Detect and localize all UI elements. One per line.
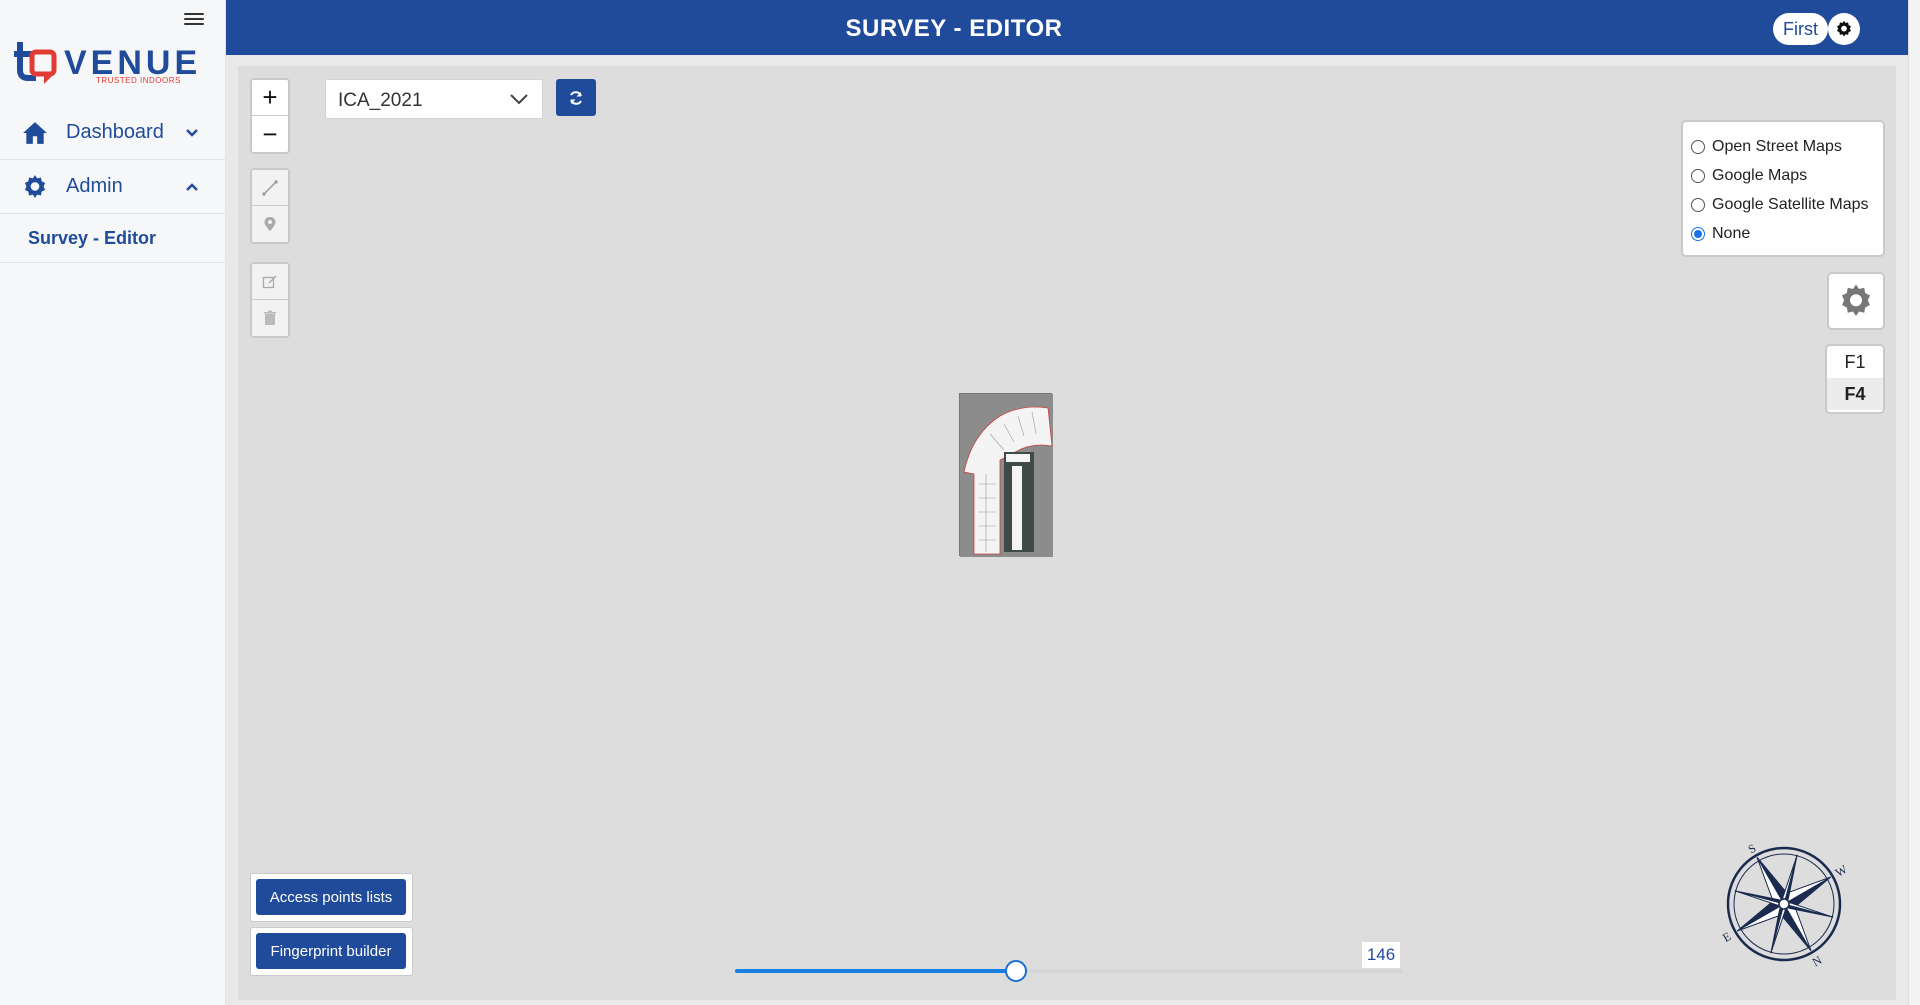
floor-button-f1[interactable]: F1 bbox=[1827, 346, 1883, 378]
menu-toggle-icon[interactable] bbox=[184, 10, 204, 26]
logo-tagline: TRUSTED INDOORS bbox=[96, 76, 181, 85]
chevron-up-icon bbox=[186, 182, 198, 191]
delete-layers-button[interactable] bbox=[252, 300, 288, 336]
floor-plan-overlay[interactable] bbox=[959, 393, 1053, 557]
fingerprint-builder-button[interactable]: Fingerprint builder bbox=[256, 933, 406, 969]
layer-option-label: None bbox=[1712, 224, 1751, 242]
edit-icon bbox=[262, 274, 277, 288]
page-title: SURVEY - EDITOR bbox=[845, 15, 1063, 42]
access-points-button[interactable]: Access points lists bbox=[256, 879, 406, 915]
sidebar-item-admin[interactable]: Admin bbox=[0, 160, 225, 214]
floor-button-f4[interactable]: F4 bbox=[1827, 378, 1883, 410]
chevron-down-icon bbox=[510, 94, 528, 105]
logo-mark-icon bbox=[14, 42, 57, 84]
zoom-out-button[interactable]: − bbox=[252, 116, 288, 152]
sidebar-item-dashboard[interactable]: Dashboard bbox=[0, 106, 225, 160]
layer-option-google-satellite[interactable]: Google Satellite Maps bbox=[1691, 190, 1875, 219]
polyline-icon bbox=[262, 180, 278, 195]
refresh-icon bbox=[570, 90, 582, 105]
venue-select-value: ICA_2021 bbox=[338, 90, 423, 111]
edit-layers-button[interactable] bbox=[252, 264, 288, 300]
slider-thumb[interactable] bbox=[1004, 960, 1027, 982]
layer-option-label: Open Street Maps bbox=[1712, 137, 1842, 155]
sidebar-item-label: Admin bbox=[66, 175, 123, 197]
slider-value: 146 bbox=[1362, 942, 1400, 968]
sidebar-subitem-label: Survey - Editor bbox=[28, 228, 157, 248]
gear-icon bbox=[24, 174, 46, 198]
compass-letter-e: E bbox=[1720, 929, 1733, 945]
layer-radio[interactable] bbox=[1691, 168, 1705, 183]
zoom-control: + − bbox=[250, 78, 290, 154]
compass-rose-icon: S N W E bbox=[1720, 841, 1850, 970]
zoom-in-button[interactable]: + bbox=[252, 80, 288, 116]
layer-option-label: Google Maps bbox=[1712, 166, 1808, 184]
compass-letter-w: W bbox=[1833, 862, 1850, 880]
user-menu-button[interactable]: First bbox=[1773, 13, 1828, 45]
gear-icon bbox=[1842, 284, 1870, 316]
draw-toolbar bbox=[250, 168, 290, 244]
marker-icon bbox=[264, 217, 276, 231]
access-points-panel: Access points lists bbox=[250, 873, 413, 922]
venue-select[interactable]: ICA_2021 bbox=[325, 79, 543, 119]
refresh-button[interactable] bbox=[556, 79, 596, 116]
chevron-down-icon bbox=[186, 128, 198, 137]
trash-icon bbox=[264, 310, 276, 325]
layer-option-osm[interactable]: Open Street Maps bbox=[1691, 132, 1875, 161]
range-slider[interactable] bbox=[735, 960, 1403, 982]
floor-selector: F1 F4 bbox=[1825, 344, 1885, 414]
draw-marker-button[interactable] bbox=[252, 206, 288, 242]
slider-fill bbox=[735, 969, 1016, 973]
gear-icon bbox=[1837, 20, 1851, 37]
layer-radio[interactable] bbox=[1691, 226, 1705, 241]
fingerprint-panel: Fingerprint builder bbox=[250, 927, 413, 976]
sidebar-item-label: Dashboard bbox=[66, 121, 164, 143]
logo: VENUE TRUSTED INDOORS bbox=[14, 40, 214, 86]
layer-radio[interactable] bbox=[1691, 139, 1705, 154]
compass-letter-s: S bbox=[1746, 841, 1759, 856]
map-canvas[interactable] bbox=[238, 66, 1896, 1000]
sidebar: VENUE TRUSTED INDOORS Dashboard Admin Su… bbox=[0, 0, 226, 1005]
compass-letter-n: N bbox=[1810, 953, 1825, 970]
user-settings-button[interactable] bbox=[1828, 13, 1860, 45]
edit-toolbar bbox=[250, 262, 290, 338]
map-settings-button[interactable] bbox=[1827, 272, 1885, 330]
home-icon bbox=[23, 121, 47, 144]
layer-option-none[interactable]: None bbox=[1691, 219, 1875, 248]
floor-plan-image bbox=[960, 394, 1053, 557]
top-header: SURVEY - EDITOR First bbox=[226, 0, 1908, 55]
draw-polyline-button[interactable] bbox=[252, 170, 288, 206]
base-layer-control: Open Street Maps Google Maps Google Sate… bbox=[1681, 120, 1885, 257]
layer-radio[interactable] bbox=[1691, 197, 1705, 212]
layer-option-label: Google Satellite Maps bbox=[1712, 195, 1869, 213]
sidebar-subitem-survey-editor[interactable]: Survey - Editor bbox=[0, 215, 225, 263]
layer-option-google[interactable]: Google Maps bbox=[1691, 161, 1875, 190]
page-scrollbar[interactable] bbox=[1908, 0, 1920, 1005]
